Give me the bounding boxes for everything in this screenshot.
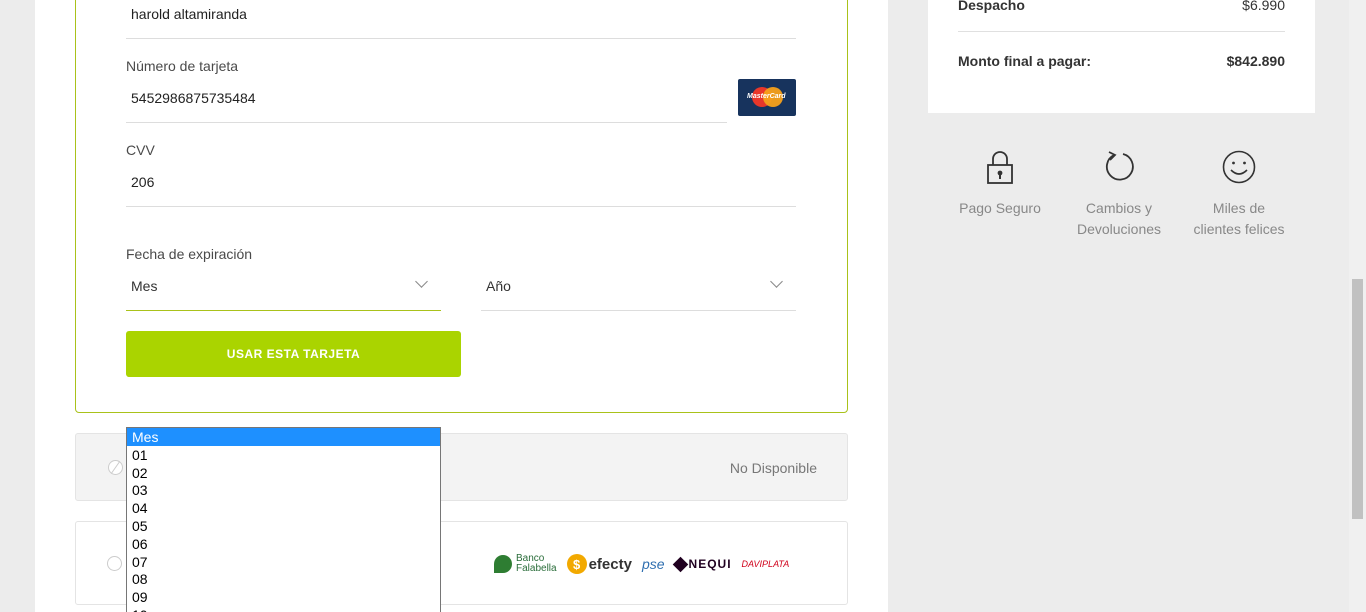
daviplata-logo: DAVIPLATA <box>741 559 790 569</box>
use-card-button[interactable]: USAR ESTA TARJETA <box>126 331 461 377</box>
month-option[interactable]: 04 <box>127 499 440 517</box>
scrollbar-thumb[interactable] <box>1352 279 1363 519</box>
month-option[interactable]: 05 <box>127 517 440 535</box>
chevron-down-icon <box>770 275 783 288</box>
month-select-value: Mes <box>131 278 158 294</box>
month-option[interactable]: 06 <box>127 535 440 553</box>
unavailable-status: No Disponible <box>729 460 817 476</box>
month-option[interactable]: 08 <box>127 570 440 588</box>
cardholder-name-underline <box>126 38 796 39</box>
efecty-logo: $ efecty <box>566 554 632 574</box>
total-row: Monto final a pagar: $842.890 <box>958 53 1285 71</box>
month-option[interactable]: 02 <box>127 464 440 482</box>
card-number-field[interactable]: 5452986875735484 <box>131 90 256 106</box>
payment-option-radio[interactable] <box>107 556 122 571</box>
year-select-value: Año <box>486 278 511 294</box>
badge-happy-customers: Miles de clientes felices <box>1179 150 1299 240</box>
pse-logo: pse <box>641 556 665 572</box>
nequi-logo: NEQUI <box>672 556 732 572</box>
refresh-icon <box>1105 151 1134 181</box>
disabled-radio <box>108 460 123 475</box>
month-dropdown-list[interactable]: Mes 01 02 03 04 05 06 07 08 09 10 <box>126 427 441 612</box>
month-select[interactable]: Mes <box>126 270 441 311</box>
card-number-underline <box>126 122 727 123</box>
payment-method-logos: Banco Falabella $ efecty pse NEQUI DAVIPL… <box>494 550 789 578</box>
expiry-label: Fecha de expiración <box>126 246 253 262</box>
chevron-down-icon <box>415 275 428 288</box>
shipping-row: Despacho $6.990 <box>958 0 1285 15</box>
smiley-icon <box>1222 150 1256 184</box>
year-select[interactable]: Año <box>481 270 796 311</box>
month-option[interactable]: 10 <box>127 606 440 612</box>
summary-divider <box>958 31 1285 32</box>
card-number-label: Número de tarjeta <box>126 58 239 74</box>
month-option[interactable]: 09 <box>127 588 440 606</box>
cvv-label: CVV <box>126 142 155 158</box>
cardholder-name-field[interactable]: harold altamiranda <box>131 6 247 22</box>
badge-returns: Cambios y Devoluciones <box>1059 150 1179 240</box>
shipping-label: Despacho <box>958 0 1025 13</box>
lock-icon <box>987 151 1013 184</box>
badge-secure-payment: Pago Seguro <box>940 150 1060 219</box>
total-value: $842.890 <box>1226 53 1285 69</box>
total-label: Monto final a pagar: <box>958 53 1091 69</box>
month-option[interactable]: Mes <box>127 428 440 446</box>
cvv-field[interactable]: 206 <box>131 174 154 190</box>
month-option[interactable]: 03 <box>127 481 440 499</box>
shipping-value: $6.990 <box>1242 0 1285 13</box>
month-option[interactable]: 07 <box>127 553 440 571</box>
month-option[interactable]: 01 <box>127 446 440 464</box>
mastercard-logo: MasterCard <box>738 79 796 116</box>
page-scrollbar[interactable] <box>1349 0 1366 612</box>
cvv-underline <box>126 206 796 207</box>
banco-falabella-logo: Banco Falabella <box>494 554 557 574</box>
